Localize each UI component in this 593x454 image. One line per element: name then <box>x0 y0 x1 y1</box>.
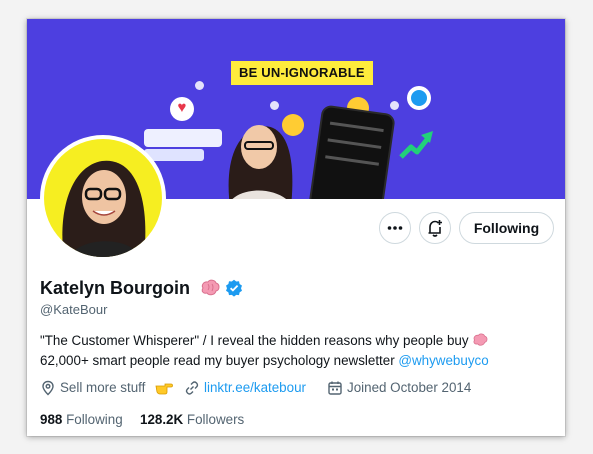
bio-line-1: "The Customer Whisperer" / I reveal the … <box>40 331 489 351</box>
growth-arrow-icon <box>399 131 433 159</box>
following-button[interactable]: Following <box>459 212 554 244</box>
location-icon <box>42 380 54 396</box>
avatar-portrait <box>62 160 146 257</box>
bio-line-2: 62,000+ smart people read my buyer psych… <box>40 351 489 371</box>
profile-handle: @KateBour <box>40 302 108 317</box>
verified-badge-icon[interactable] <box>225 279 243 297</box>
bio-text: 62,000+ smart people read my buyer psych… <box>40 353 399 368</box>
person-illustration <box>228 125 293 199</box>
profile-name: Katelyn Bourgoin <box>40 278 191 298</box>
link-icon <box>185 381 199 395</box>
profile-website-link[interactable]: linktr.ee/katebour <box>204 379 306 397</box>
profile-join-date: Joined October 2014 <box>347 380 472 395</box>
profile-bio: "The Customer Whisperer" / I reveal the … <box>40 331 489 371</box>
followers-count: 128.2K <box>140 412 184 427</box>
mention-link[interactable]: @whywebuyco <box>398 353 488 368</box>
brain-emoji-icon <box>201 279 220 296</box>
followers-stat[interactable]: 128.2K Followers <box>140 411 244 429</box>
following-stat[interactable]: 988 Following <box>40 411 123 429</box>
banner-tagline: BE UN-IGNORABLE <box>231 61 373 85</box>
more-icon <box>387 226 403 230</box>
following-count: 988 <box>40 412 63 427</box>
dollar-coin-icon <box>390 101 399 110</box>
followers-stat-label: Followers <box>186 412 245 427</box>
brain-emoji-icon <box>473 333 488 346</box>
notification-bell-plus-icon <box>428 220 442 237</box>
following-stat-label: Following <box>66 412 123 427</box>
profile-card: BE UN-IGNORABLE ♥ Following Katelyn Bour… <box>27 19 565 436</box>
thumbs-up-icon <box>407 86 431 110</box>
phone-illustration <box>308 104 396 199</box>
pointing-hand-emoji-icon <box>155 383 173 395</box>
calendar-icon <box>328 381 342 395</box>
heart-icon: ♥ <box>170 97 194 121</box>
profile-location: Sell more stuff <box>60 380 146 395</box>
notifications-button[interactable] <box>419 212 451 244</box>
avatar[interactable] <box>40 135 166 261</box>
bio-text: "The Customer Whisperer" / I reveal the … <box>40 333 469 348</box>
more-button[interactable] <box>379 212 411 244</box>
avatar-photo <box>44 139 162 257</box>
dollar-coin-icon <box>195 81 204 90</box>
